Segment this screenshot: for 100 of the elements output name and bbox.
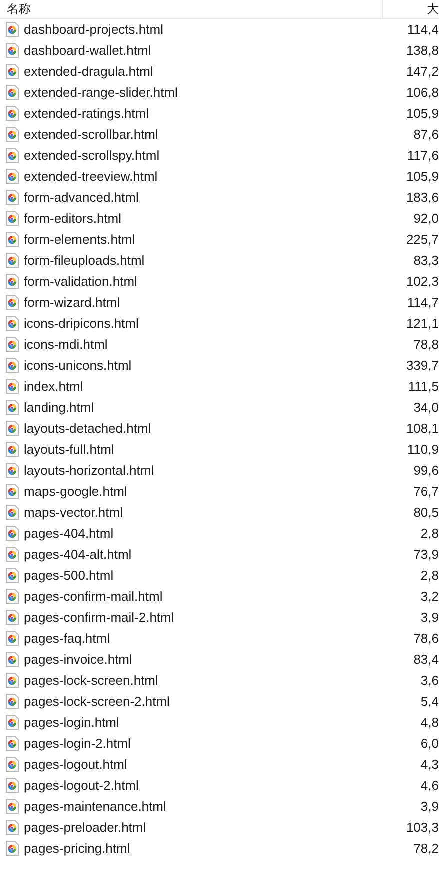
file-size: 83,3 <box>414 254 439 267</box>
file-name[interactable]: pages-maintenance.html <box>24 800 166 813</box>
file-name[interactable]: form-elements.html <box>24 233 136 246</box>
file-size: 183,6 <box>406 191 439 204</box>
browser-file-icon <box>6 673 19 688</box>
file-name[interactable]: layouts-full.html <box>24 443 114 456</box>
file-name[interactable]: pages-lock-screen-2.html <box>24 695 170 708</box>
file-name[interactable]: dashboard-wallet.html <box>24 44 152 57</box>
file-size: 5,4 <box>420 695 439 708</box>
file-size: 111,5 <box>408 380 439 393</box>
browser-file-icon <box>6 400 19 415</box>
column-header[interactable]: 大 <box>427 3 439 15</box>
file-name[interactable]: extended-scrollspy.html <box>24 149 160 162</box>
file-name[interactable]: maps-google.html <box>24 485 128 498</box>
file-name[interactable]: form-fileuploads.html <box>24 254 145 267</box>
file-size: 3,2 <box>420 590 439 603</box>
file-size: 106,8 <box>406 86 439 99</box>
file-name[interactable]: pages-invoice.html <box>24 653 132 666</box>
file-size: 225,7 <box>406 233 439 246</box>
file-size: 147,2 <box>406 65 439 78</box>
browser-file-icon <box>6 169 19 184</box>
file-name[interactable]: pages-pricing.html <box>24 842 130 855</box>
file-name[interactable]: extended-dragula.html <box>24 65 154 78</box>
file-name[interactable]: form-validation.html <box>24 275 138 288</box>
browser-file-icon <box>6 22 19 37</box>
browser-file-icon <box>6 295 19 310</box>
file-size: 108,1 <box>406 422 439 435</box>
file-name[interactable]: pages-login.html <box>24 716 120 729</box>
browser-file-icon <box>6 694 19 709</box>
file-name[interactable]: form-advanced.html <box>24 191 139 204</box>
file-name[interactable]: extended-ratings.html <box>24 107 150 120</box>
browser-file-icon <box>6 127 19 142</box>
file-name[interactable]: index.html <box>24 380 84 393</box>
file-size: 117,6 <box>407 149 439 162</box>
browser-file-icon <box>6 610 19 625</box>
file-name[interactable]: extended-range-slider.html <box>24 86 178 99</box>
file-size: 4,3 <box>420 758 439 771</box>
file-name[interactable]: dashboard-projects.html <box>24 23 164 36</box>
file-name[interactable]: extended-scrollbar.html <box>24 128 158 141</box>
column-header[interactable]: 名称 <box>7 3 31 15</box>
browser-file-icon <box>6 43 19 58</box>
file-size: 114,4 <box>407 23 439 36</box>
file-name[interactable]: icons-mdi.html <box>24 338 108 351</box>
file-name[interactable]: landing.html <box>24 401 94 414</box>
file-name[interactable]: pages-404-alt.html <box>24 548 132 561</box>
browser-file-icon <box>6 337 19 352</box>
browser-file-icon <box>6 64 19 79</box>
browser-file-icon <box>6 379 19 394</box>
file-name[interactable]: pages-500.html <box>24 569 114 582</box>
file-size: 110,9 <box>407 443 439 456</box>
file-name[interactable]: pages-confirm-mail-2.html <box>24 611 174 624</box>
file-name[interactable]: pages-logout.html <box>24 758 128 771</box>
file-size: 4,8 <box>420 716 439 729</box>
file-name[interactable]: extended-treeview.html <box>24 170 158 183</box>
browser-file-icon <box>6 778 19 793</box>
file-size: 105,9 <box>406 170 439 183</box>
file-size: 103,3 <box>406 821 439 834</box>
browser-file-icon <box>6 841 19 856</box>
file-name[interactable]: pages-404.html <box>24 527 114 540</box>
file-size: 2,8 <box>420 527 439 540</box>
file-name[interactable]: maps-vector.html <box>24 506 123 519</box>
browser-file-icon <box>6 148 19 163</box>
file-name[interactable]: pages-preloader.html <box>24 821 146 834</box>
browser-file-icon <box>6 358 19 373</box>
file-size: 99,6 <box>414 464 439 477</box>
file-name[interactable]: pages-faq.html <box>24 632 110 645</box>
file-size: 4,6 <box>420 779 439 792</box>
file-size: 73,9 <box>414 548 439 561</box>
file-name[interactable]: pages-logout-2.html <box>24 779 139 792</box>
file-size: 2,8 <box>420 569 439 582</box>
file-name[interactable]: form-wizard.html <box>24 296 120 309</box>
browser-file-icon <box>6 736 19 751</box>
file-name[interactable]: icons-dripicons.html <box>24 317 139 330</box>
file-name[interactable]: icons-unicons.html <box>24 359 132 372</box>
browser-file-icon <box>6 442 19 457</box>
file-size: 114,7 <box>407 296 439 309</box>
file-name[interactable]: layouts-horizontal.html <box>24 464 154 477</box>
file-size: 3,9 <box>420 611 439 624</box>
browser-file-icon <box>6 757 19 772</box>
file-name[interactable]: layouts-detached.html <box>24 422 152 435</box>
browser-file-icon <box>6 820 19 835</box>
browser-file-icon <box>6 211 19 226</box>
browser-file-icon <box>6 631 19 646</box>
file-size: 92,0 <box>414 212 439 225</box>
browser-file-icon <box>6 106 19 121</box>
file-name[interactable]: pages-login-2.html <box>24 737 131 750</box>
file-size: 138,8 <box>406 44 439 57</box>
browser-file-icon <box>6 505 19 520</box>
file-size: 102,3 <box>406 275 439 288</box>
browser-file-icon <box>6 253 19 268</box>
browser-file-icon <box>6 232 19 247</box>
file-name[interactable]: pages-confirm-mail.html <box>24 590 163 603</box>
file-size: 34,0 <box>414 401 439 414</box>
file-size: 78,6 <box>414 632 439 645</box>
browser-file-icon <box>6 85 19 100</box>
browser-file-icon <box>6 190 19 205</box>
file-name[interactable]: form-editors.html <box>24 212 122 225</box>
browser-file-icon <box>6 589 19 604</box>
browser-file-icon <box>6 463 19 478</box>
file-name[interactable]: pages-lock-screen.html <box>24 674 158 687</box>
